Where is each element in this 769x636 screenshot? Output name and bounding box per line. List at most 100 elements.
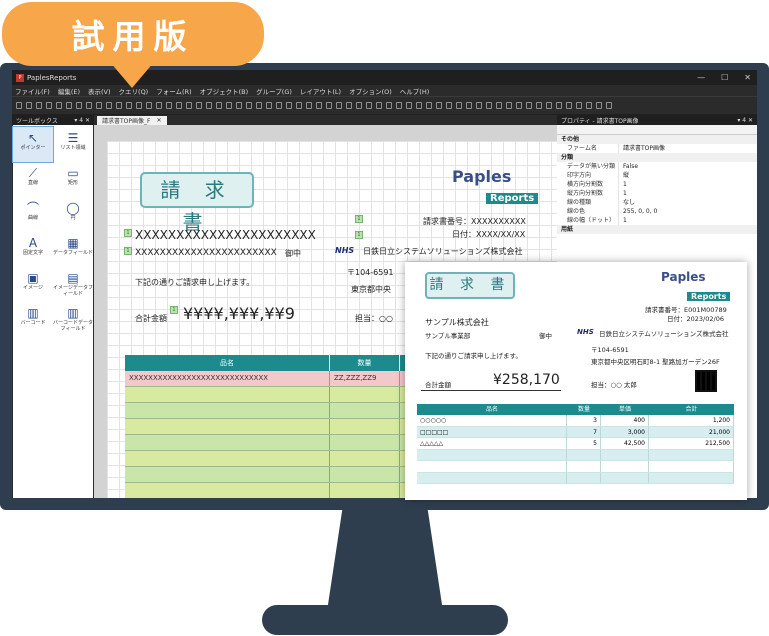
tool-image[interactable]: ▣ イメージ xyxy=(13,267,53,302)
note-text[interactable]: 下記の通りご請求申し上げます。 xyxy=(135,277,254,288)
toolbox-pin-controls[interactable]: ▾ 4 ✕ xyxy=(74,117,90,124)
property-row[interactable]: データが無い分類 False xyxy=(557,162,757,171)
toolbar-button[interactable] xyxy=(146,102,152,109)
tool-curve[interactable]: ⌒ 曲線 xyxy=(13,197,53,232)
customer-name-field[interactable]: XXXXXXXXXXXXXXXXXXXXXX xyxy=(135,228,316,242)
maximize-button[interactable]: ☐ xyxy=(721,73,728,82)
toolbar-button[interactable] xyxy=(286,102,292,109)
toolbar-button[interactable] xyxy=(276,102,282,109)
toolbar-button[interactable] xyxy=(466,102,472,109)
toolbar-button[interactable] xyxy=(226,102,232,109)
toolbar-button[interactable] xyxy=(346,102,352,109)
toolbar-button[interactable] xyxy=(516,102,522,109)
property-row[interactable]: 印字方向縦 xyxy=(557,171,757,180)
toolbar-button[interactable] xyxy=(376,102,382,109)
toolbar-button[interactable] xyxy=(396,102,402,109)
field-marker[interactable]: 1 xyxy=(355,231,363,239)
properties-pin-controls[interactable]: ▾ 4 ✕ xyxy=(737,117,753,124)
toolbar-button[interactable] xyxy=(556,102,562,109)
toolbar-button[interactable] xyxy=(586,102,592,109)
field-marker[interactable]: 1 xyxy=(124,247,132,255)
toolbar-button[interactable] xyxy=(406,102,412,109)
toolbar-button[interactable] xyxy=(496,102,502,109)
toolbar-button[interactable] xyxy=(116,102,122,109)
menu-query[interactable]: クエリ(Q) xyxy=(119,86,149,96)
minimize-button[interactable]: — xyxy=(697,73,705,82)
field-marker[interactable]: 1 xyxy=(170,306,178,314)
menu-object[interactable]: オブジェクト(B) xyxy=(200,86,249,96)
menu-layout[interactable]: レイアウト(L) xyxy=(300,86,341,96)
toolbar-button[interactable] xyxy=(526,102,532,109)
toolbar-button[interactable] xyxy=(86,102,92,109)
property-category[interactable]: その他 xyxy=(557,135,757,144)
company-name[interactable]: 日鉄日立システムソリューションズ株式会社 xyxy=(363,246,522,257)
toolbar-button[interactable] xyxy=(436,102,442,109)
close-button[interactable]: ✕ xyxy=(744,73,751,82)
property-category[interactable]: 分類 xyxy=(557,153,757,162)
toolbar-button[interactable] xyxy=(26,102,32,109)
tab-invoice-top[interactable]: 請求書TOP画像_F ✕ xyxy=(97,116,167,125)
toolbar-button[interactable] xyxy=(506,102,512,109)
honorific-label[interactable]: 御中 xyxy=(285,248,301,259)
toolbar-button[interactable] xyxy=(66,102,72,109)
property-category[interactable]: 用紙 xyxy=(557,225,757,234)
toolbar-button[interactable] xyxy=(16,102,22,109)
toolbar-button[interactable] xyxy=(206,102,212,109)
toolbar-button[interactable] xyxy=(606,102,612,109)
toolbar-button[interactable] xyxy=(326,102,332,109)
property-row[interactable]: 線の種類 なし xyxy=(557,198,757,207)
toolbar-button[interactable] xyxy=(166,102,172,109)
properties-toolbar[interactable] xyxy=(557,125,757,135)
toolbar-button[interactable] xyxy=(336,102,342,109)
toolbar-button[interactable] xyxy=(566,102,572,109)
tab-close-icon[interactable]: ✕ xyxy=(156,117,161,124)
toolbar-button[interactable] xyxy=(46,102,52,109)
menu-file[interactable]: ファイル(F) xyxy=(15,86,50,96)
toolbar-button[interactable] xyxy=(316,102,322,109)
toolbar-button[interactable] xyxy=(476,102,482,109)
tool-barcode-datafield[interactable]: ▥ バーコードデータフィールド xyxy=(53,302,93,337)
toolbar-button[interactable] xyxy=(386,102,392,109)
tool-barcode[interactable]: ▥ バーコード xyxy=(13,302,53,337)
total-value-field[interactable]: ¥¥¥¥,¥¥¥,¥¥9 xyxy=(183,304,295,323)
toolbar-button[interactable] xyxy=(256,102,262,109)
menu-form[interactable]: フォーム(R) xyxy=(156,86,191,96)
invoice-number-field[interactable]: 請求書番号：XXXXXXXXXX xyxy=(423,216,526,227)
property-row[interactable]: 線の幅（ドット） 1 xyxy=(557,216,757,225)
toolbar-button[interactable] xyxy=(266,102,272,109)
tool-pointer[interactable]: ↖ ポインター xyxy=(12,126,54,163)
toolbar-button[interactable] xyxy=(156,102,162,109)
toolbar-button[interactable] xyxy=(106,102,112,109)
col-qty[interactable]: 数量 xyxy=(330,355,400,371)
property-row[interactable]: 横方向分割数 1 xyxy=(557,180,757,189)
menu-help[interactable]: ヘルプ(H) xyxy=(400,86,429,96)
toolbar-button[interactable] xyxy=(126,102,132,109)
tool-datafield[interactable]: ▦ データフィールド xyxy=(53,232,93,267)
toolbar-button[interactable] xyxy=(356,102,362,109)
report-title[interactable]: 請 求 書 xyxy=(140,172,254,234)
property-row[interactable]: ファーム名 請求書TOP画像 xyxy=(557,144,757,153)
property-row[interactable]: 縦方向分割数 1 xyxy=(557,189,757,198)
property-row[interactable]: 線の色 255, 0, 0, 0 xyxy=(557,207,757,216)
toolbar-button[interactable] xyxy=(246,102,252,109)
toolbar-button[interactable] xyxy=(36,102,42,109)
menu-edit[interactable]: 編集(E) xyxy=(58,86,80,96)
toolbar-button[interactable] xyxy=(366,102,372,109)
zip-code[interactable]: 〒104-6591 xyxy=(347,267,394,278)
toolbar-button[interactable] xyxy=(546,102,552,109)
field-marker[interactable]: 1 xyxy=(355,215,363,223)
tool-circle[interactable]: ◯ 円 xyxy=(53,197,93,232)
tool-rectangle[interactable]: ▭ 矩形 xyxy=(53,162,93,197)
tool-text[interactable]: A 固定文字 xyxy=(13,232,53,267)
tool-image-datafield[interactable]: ▤ イメージデータフィールド xyxy=(53,267,93,302)
customer-dept-field[interactable]: XXXXXXXXXXXXXXXXXXXXXXX xyxy=(135,248,277,258)
toolbar-button[interactable] xyxy=(136,102,142,109)
address[interactable]: 東京都中央 xyxy=(351,284,391,295)
staff-field[interactable]: 担当：○○ xyxy=(355,313,393,324)
toolbar-button[interactable] xyxy=(196,102,202,109)
menu-group[interactable]: グループ(G) xyxy=(256,86,292,96)
toolbar-button[interactable] xyxy=(536,102,542,109)
toolbar-button[interactable] xyxy=(486,102,492,109)
tool-line[interactable]: ⟋ 直線 xyxy=(13,162,53,197)
toolbar-button[interactable] xyxy=(236,102,242,109)
